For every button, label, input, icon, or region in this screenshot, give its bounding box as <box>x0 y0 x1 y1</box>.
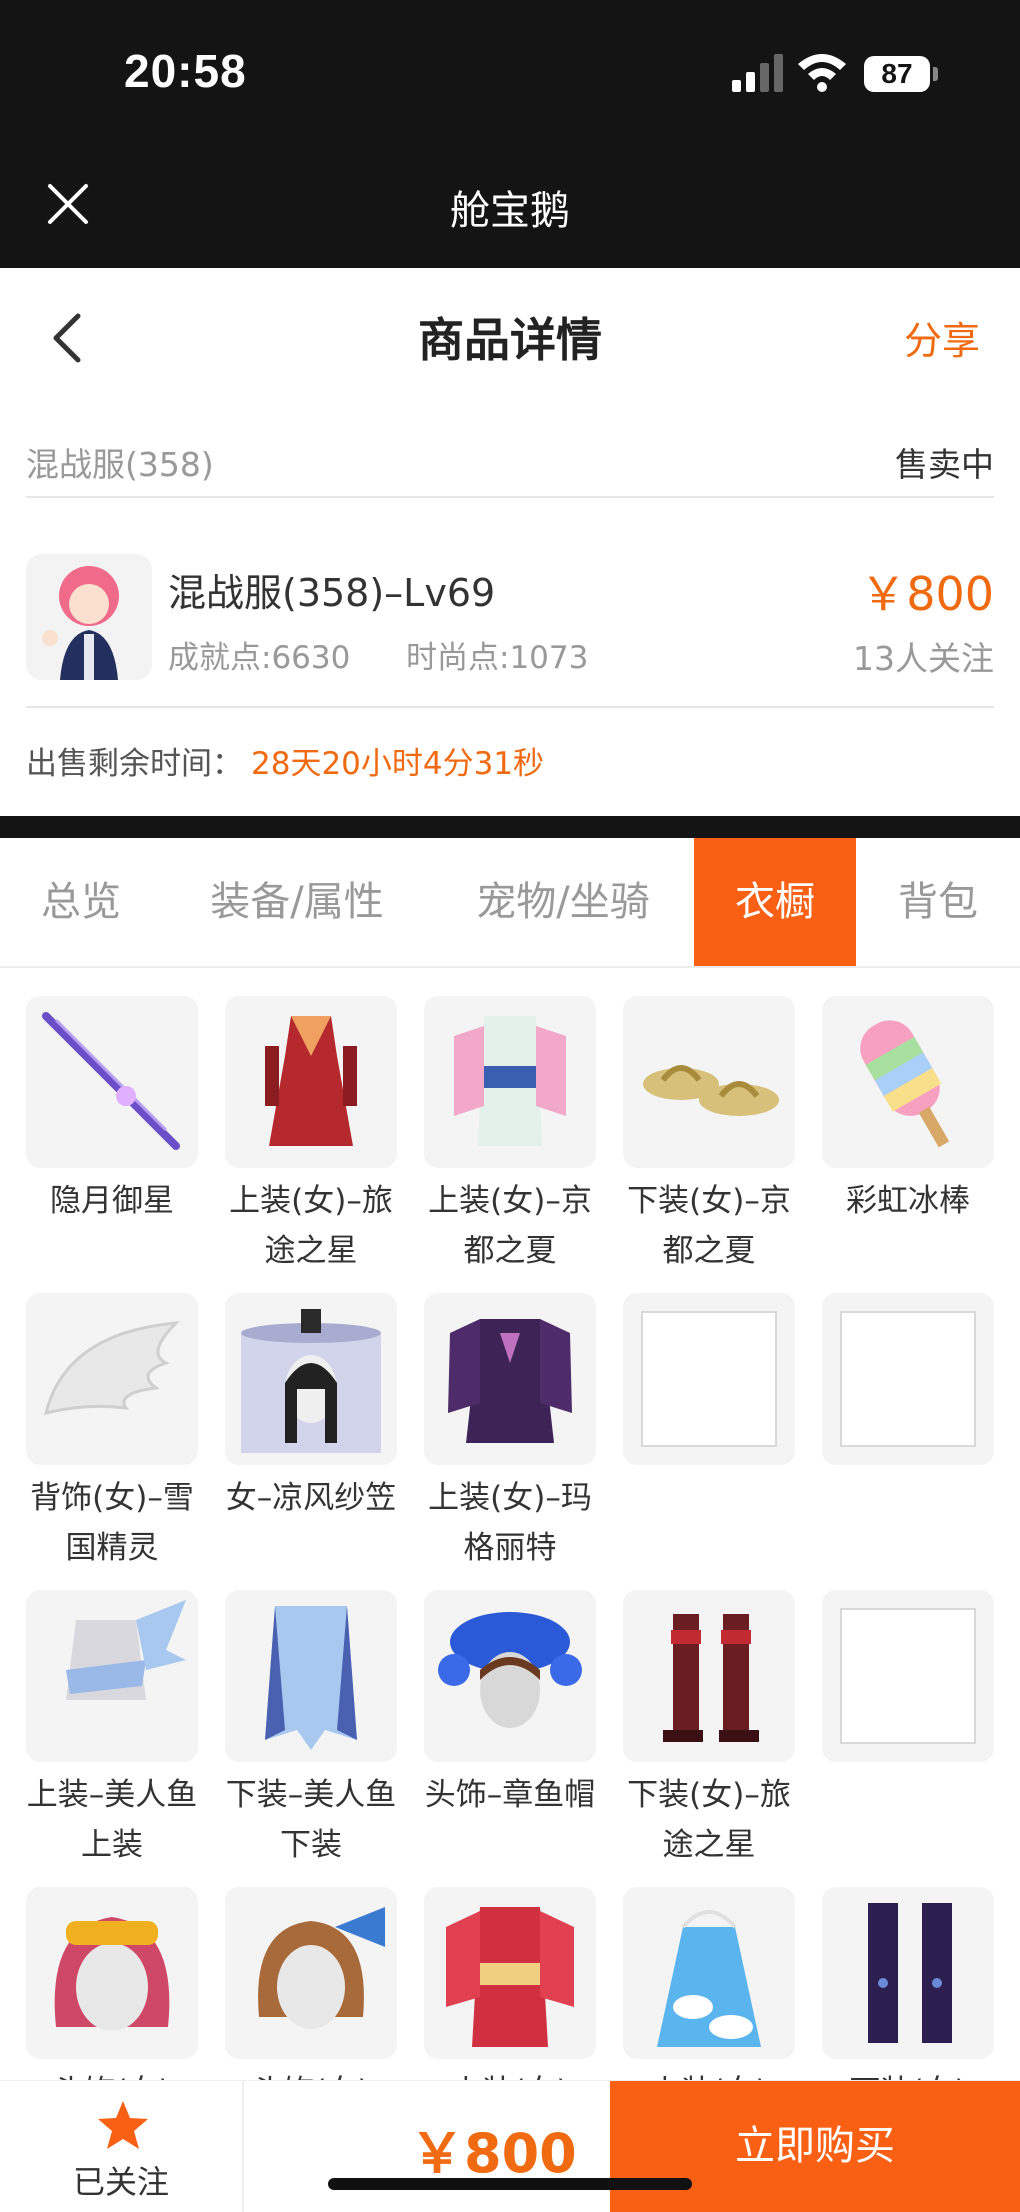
tab-pets[interactable]: 宠物/坐骑 <box>432 838 694 966</box>
cloud-dress-icon <box>623 1887 795 2059</box>
kimono-icon <box>424 996 596 1168</box>
goggles-hair-icon <box>26 1887 198 2059</box>
purple-boots-icon <box>822 1887 994 2059</box>
server-row: 混战服(358) 售卖中 <box>26 428 994 498</box>
wardrobe-item-label: 下装–美人鱼下装 <box>225 1777 397 1863</box>
wardrobe-item[interactable]: 上装(女)–旅途之星 <box>225 996 397 1276</box>
remaining-time: 出售剩余时间： 28天20小时4分31秒 <box>26 738 544 783</box>
wardrobe-item[interactable] <box>623 1293 795 1473</box>
remaining-value: 28天20小时4分31秒 <box>251 746 545 782</box>
cellular-signal-icon <box>732 54 783 92</box>
follower-count: 13人关注 <box>853 639 994 678</box>
empty-slot <box>822 1293 994 1465</box>
product-name: 混战服(358)–Lv69 <box>168 571 496 615</box>
wardrobe-item-label: 上装–美人鱼上装 <box>26 1777 198 1863</box>
bottom-action-bar: 已关注 ￥800 立即购买 <box>0 2080 1020 2212</box>
follow-button[interactable]: 已关注 <box>0 2081 244 2212</box>
wardrobe-item[interactable]: 上装(女)–京都之夏 <box>424 996 596 1276</box>
wardrobe-item[interactable] <box>822 1590 994 1770</box>
purple-outfit-icon <box>424 1293 596 1465</box>
empty-slot-frame <box>641 1311 777 1447</box>
wardrobe-item[interactable]: 彩虹冰棒 <box>822 996 994 1226</box>
red-dress-icon <box>225 996 397 1168</box>
empty-slot <box>623 1293 795 1465</box>
battery-indicator: 87 <box>864 56 938 92</box>
tab-equipment[interactable]: 装备/属性 <box>162 838 432 966</box>
wardrobe-item[interactable]: 头饰–章鱼帽 <box>424 1590 596 1820</box>
product-price: ￥800 <box>860 567 994 621</box>
wifi-icon <box>798 54 846 92</box>
wardrobe-item-label: 上装(女)–旅途之星 <box>229 1183 393 1269</box>
home-indicator <box>328 2178 692 2190</box>
page-title: 商品详情 <box>418 313 602 367</box>
wardrobe-item[interactable]: 背饰(女)–雪国精灵 <box>26 1293 198 1573</box>
section-divider <box>0 816 1020 838</box>
wardrobe-item[interactable]: 上装–美人鱼上装 <box>26 1590 198 1870</box>
red-kimono-icon <box>424 1887 596 2059</box>
bottom-price: ￥800 <box>410 2122 577 2185</box>
wardrobe-item-label: 下装(女)–旅途之星 <box>627 1777 791 1863</box>
tab-overview[interactable]: 总览 <box>0 838 162 966</box>
status-bar: 20:58 87 <box>0 0 1020 140</box>
character-avatar <box>26 554 152 680</box>
page-header: 商品详情 分享 <box>0 268 1020 398</box>
empty-slot <box>822 1590 994 1762</box>
wardrobe-item-label: 上装(女)–玛格丽特 <box>428 1480 592 1566</box>
mermaid-top-icon <box>26 1590 198 1762</box>
product-summary: 混战服(358)–Lv69 成就点:6630 时尚点:1073 ￥800 13人… <box>26 528 994 708</box>
empty-slot-frame <box>840 1311 976 1447</box>
wardrobe-item[interactable]: 女–凉风纱笠 <box>225 1293 397 1523</box>
wardrobe-item-label: 头饰–章鱼帽 <box>424 1777 596 1813</box>
star-icon <box>98 2101 148 2149</box>
detail-tabs: 总览 装备/属性 宠物/坐骑 衣橱 背包 <box>0 838 1020 968</box>
app-title: 舱宝鹅 <box>450 188 570 234</box>
share-button[interactable]: 分享 <box>904 310 980 365</box>
sale-status: 售卖中 <box>895 445 994 484</box>
wardrobe-item-label: 隐月御星 <box>50 1183 174 1219</box>
wardrobe-item-label: 彩虹冰棒 <box>846 1183 970 1219</box>
tab-bag[interactable]: 背包 <box>856 838 1020 966</box>
empty-slot-frame <box>840 1608 976 1744</box>
app-bar: 舱宝鹅 <box>0 140 1020 268</box>
server-name: 混战服(358) <box>26 445 214 484</box>
wardrobe-item[interactable]: 下装–美人鱼下装 <box>225 1590 397 1870</box>
wardrobe-item-label: 上装(女)–京都之夏 <box>428 1183 592 1269</box>
follow-label: 已关注 <box>72 2163 169 2201</box>
wardrobe-item[interactable] <box>822 1293 994 1473</box>
status-time: 20:58 <box>124 45 247 97</box>
achievement-points: 成就点:6630 <box>168 640 351 676</box>
wardrobe-item[interactable]: 下装(女)–京都之夏 <box>623 996 795 1276</box>
mermaid-bottom-icon <box>225 1590 397 1762</box>
octopus-hat-icon <box>424 1590 596 1762</box>
wardrobe-item-label: 背饰(女)–雪国精灵 <box>30 1480 194 1566</box>
wardrobe-item-label: 下装(女)–京都之夏 <box>627 1183 791 1269</box>
fashion-points: 时尚点:1073 <box>406 640 589 676</box>
veil-hat-icon <box>225 1293 397 1465</box>
wing-icon <box>26 1293 198 1465</box>
popsicle-icon <box>822 996 994 1168</box>
buy-now-button[interactable]: 立即购买 <box>610 2081 1020 2212</box>
wardrobe-item[interactable]: 上装(女)–玛格丽特 <box>424 1293 596 1573</box>
fan-hair-icon <box>225 1887 397 2059</box>
wardrobe-item[interactable]: 下装(女)–旅途之星 <box>623 1590 795 1870</box>
wardrobe-item-label: 女–凉风纱笠 <box>225 1480 397 1516</box>
wardrobe-item[interactable]: 隐月御星 <box>26 996 198 1226</box>
remaining-label: 出售剩余时间： <box>26 746 243 782</box>
tab-wardrobe[interactable]: 衣橱 <box>694 838 856 966</box>
sword-icon <box>26 996 198 1168</box>
boots-icon <box>623 1590 795 1762</box>
sandals-icon <box>623 996 795 1168</box>
